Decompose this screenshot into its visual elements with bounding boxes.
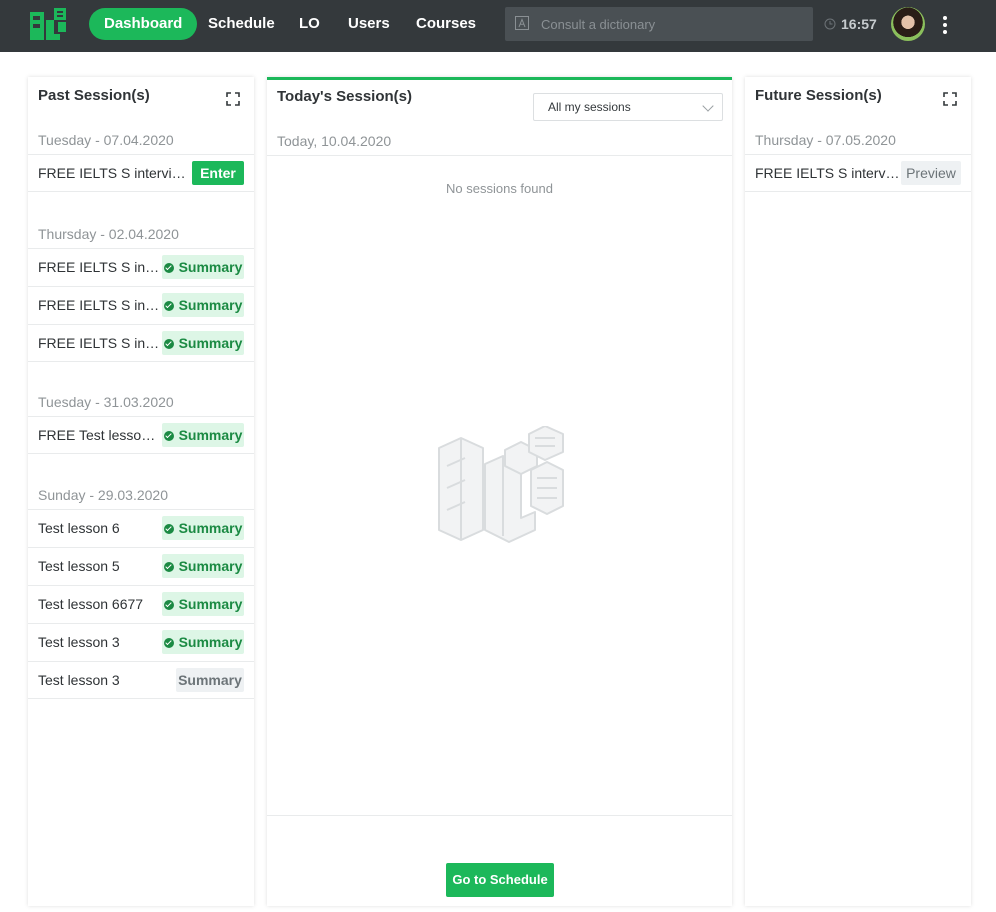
session-row: Test lesson 6 Summary bbox=[28, 509, 254, 547]
session-filter-value: All my sessions bbox=[548, 100, 631, 114]
session-title: FREE Test lesson / g... bbox=[38, 427, 160, 443]
check-circle-icon bbox=[163, 431, 174, 441]
session-row: Test lesson 3 Summary bbox=[28, 661, 254, 699]
app-logo-icon[interactable] bbox=[28, 6, 68, 44]
summary-button[interactable]: Summary bbox=[162, 255, 244, 279]
today-date: Today, 10.04.2020 bbox=[277, 133, 392, 149]
expand-icon[interactable] bbox=[226, 92, 240, 106]
session-row: FREE IELTS S interview Summary bbox=[28, 286, 254, 324]
session-title: FREE IELTS S interview bbox=[38, 259, 160, 275]
check-circle-icon bbox=[163, 263, 174, 273]
summary-button[interactable]: Summary bbox=[162, 630, 244, 654]
session-title: FREE IELTS S interview ... bbox=[755, 165, 901, 181]
more-menu-icon[interactable] bbox=[938, 14, 952, 36]
session-title: FREE IELTS S interview bbox=[38, 335, 160, 351]
brand-watermark-icon bbox=[438, 426, 564, 543]
summary-button[interactable]: Summary bbox=[162, 554, 244, 578]
user-avatar[interactable] bbox=[891, 7, 925, 41]
enter-button[interactable]: Enter bbox=[192, 161, 244, 185]
session-title: Test lesson 6677 bbox=[38, 596, 144, 612]
session-row: FREE IELTS S interview 2... Enter bbox=[28, 154, 254, 192]
summary-button[interactable]: Summary bbox=[162, 423, 244, 447]
check-circle-icon bbox=[163, 600, 174, 610]
session-date: Tuesday - 07.04.2020 bbox=[38, 132, 174, 148]
summary-button[interactable]: Summary bbox=[162, 592, 244, 616]
session-row: Test lesson 5 Summary bbox=[28, 547, 254, 585]
nav-users[interactable]: Users bbox=[333, 8, 405, 40]
check-circle-icon bbox=[163, 638, 174, 648]
session-date: Thursday - 02.04.2020 bbox=[38, 226, 179, 242]
go-to-schedule-button[interactable]: Go to Schedule bbox=[446, 863, 554, 897]
no-sessions-message: No sessions found bbox=[446, 181, 553, 196]
session-date: Sunday - 29.03.2020 bbox=[38, 487, 168, 503]
session-row: FREE IELTS S interview Summary bbox=[28, 248, 254, 286]
check-circle-icon bbox=[163, 524, 174, 534]
session-row: Test lesson 3 Summary bbox=[28, 623, 254, 661]
todays-sessions-title: Today's Session(s) bbox=[277, 88, 412, 105]
past-sessions-title: Past Session(s) bbox=[38, 87, 150, 104]
future-sessions-title: Future Session(s) bbox=[755, 87, 882, 104]
nav-dashboard[interactable]: Dashboard bbox=[89, 8, 198, 40]
summary-button[interactable]: Summary bbox=[162, 331, 244, 355]
summary-button[interactable]: Summary bbox=[176, 668, 244, 692]
session-row: Test lesson 6677 Summary bbox=[28, 585, 254, 623]
future-sessions-panel: Future Session(s) Thursday - 07.05.2020 … bbox=[745, 77, 971, 906]
clock-icon bbox=[824, 18, 836, 30]
session-title: Test lesson 6 bbox=[38, 520, 120, 536]
session-title: Test lesson 3 bbox=[38, 634, 120, 650]
nav-schedule[interactable]: Schedule bbox=[193, 8, 290, 40]
session-title: Test lesson 3 bbox=[38, 672, 120, 688]
past-sessions-panel: Past Session(s) Tuesday - 07.04.2020 FRE… bbox=[28, 77, 254, 906]
current-time: 16:57 bbox=[841, 16, 877, 32]
session-row: FREE IELTS S interview ... Preview bbox=[745, 154, 971, 192]
check-circle-icon bbox=[163, 339, 174, 349]
expand-icon[interactable] bbox=[943, 92, 957, 106]
dictionary-icon bbox=[515, 16, 529, 30]
session-filter-select[interactable]: All my sessions bbox=[533, 93, 723, 121]
session-title: FREE IELTS S interview 2... bbox=[38, 165, 190, 181]
check-circle-icon bbox=[163, 562, 174, 572]
check-circle-icon bbox=[163, 301, 174, 311]
divider bbox=[267, 155, 732, 156]
dictionary-search bbox=[505, 7, 813, 41]
preview-button[interactable]: Preview bbox=[901, 161, 961, 185]
session-date: Thursday - 07.05.2020 bbox=[755, 132, 896, 148]
nav-courses[interactable]: Courses bbox=[401, 8, 491, 40]
session-row: FREE IELTS S interview Summary bbox=[28, 324, 254, 362]
summary-button[interactable]: Summary bbox=[162, 293, 244, 317]
dictionary-search-input[interactable] bbox=[541, 7, 807, 41]
divider bbox=[267, 815, 732, 816]
session-title: Test lesson 5 bbox=[38, 558, 120, 574]
chevron-down-icon bbox=[702, 100, 714, 112]
session-title: FREE IELTS S interview bbox=[38, 297, 160, 313]
session-row: FREE Test lesson / g... Summary bbox=[28, 416, 254, 454]
nav-lo[interactable]: LO bbox=[284, 8, 335, 40]
top-navigation-bar: Dashboard Schedule LO Users Courses 16:5… bbox=[0, 0, 996, 52]
todays-sessions-panel: Today's Session(s) All my sessions Today… bbox=[267, 77, 732, 906]
summary-button[interactable]: Summary bbox=[162, 516, 244, 540]
session-date: Tuesday - 31.03.2020 bbox=[38, 394, 174, 410]
